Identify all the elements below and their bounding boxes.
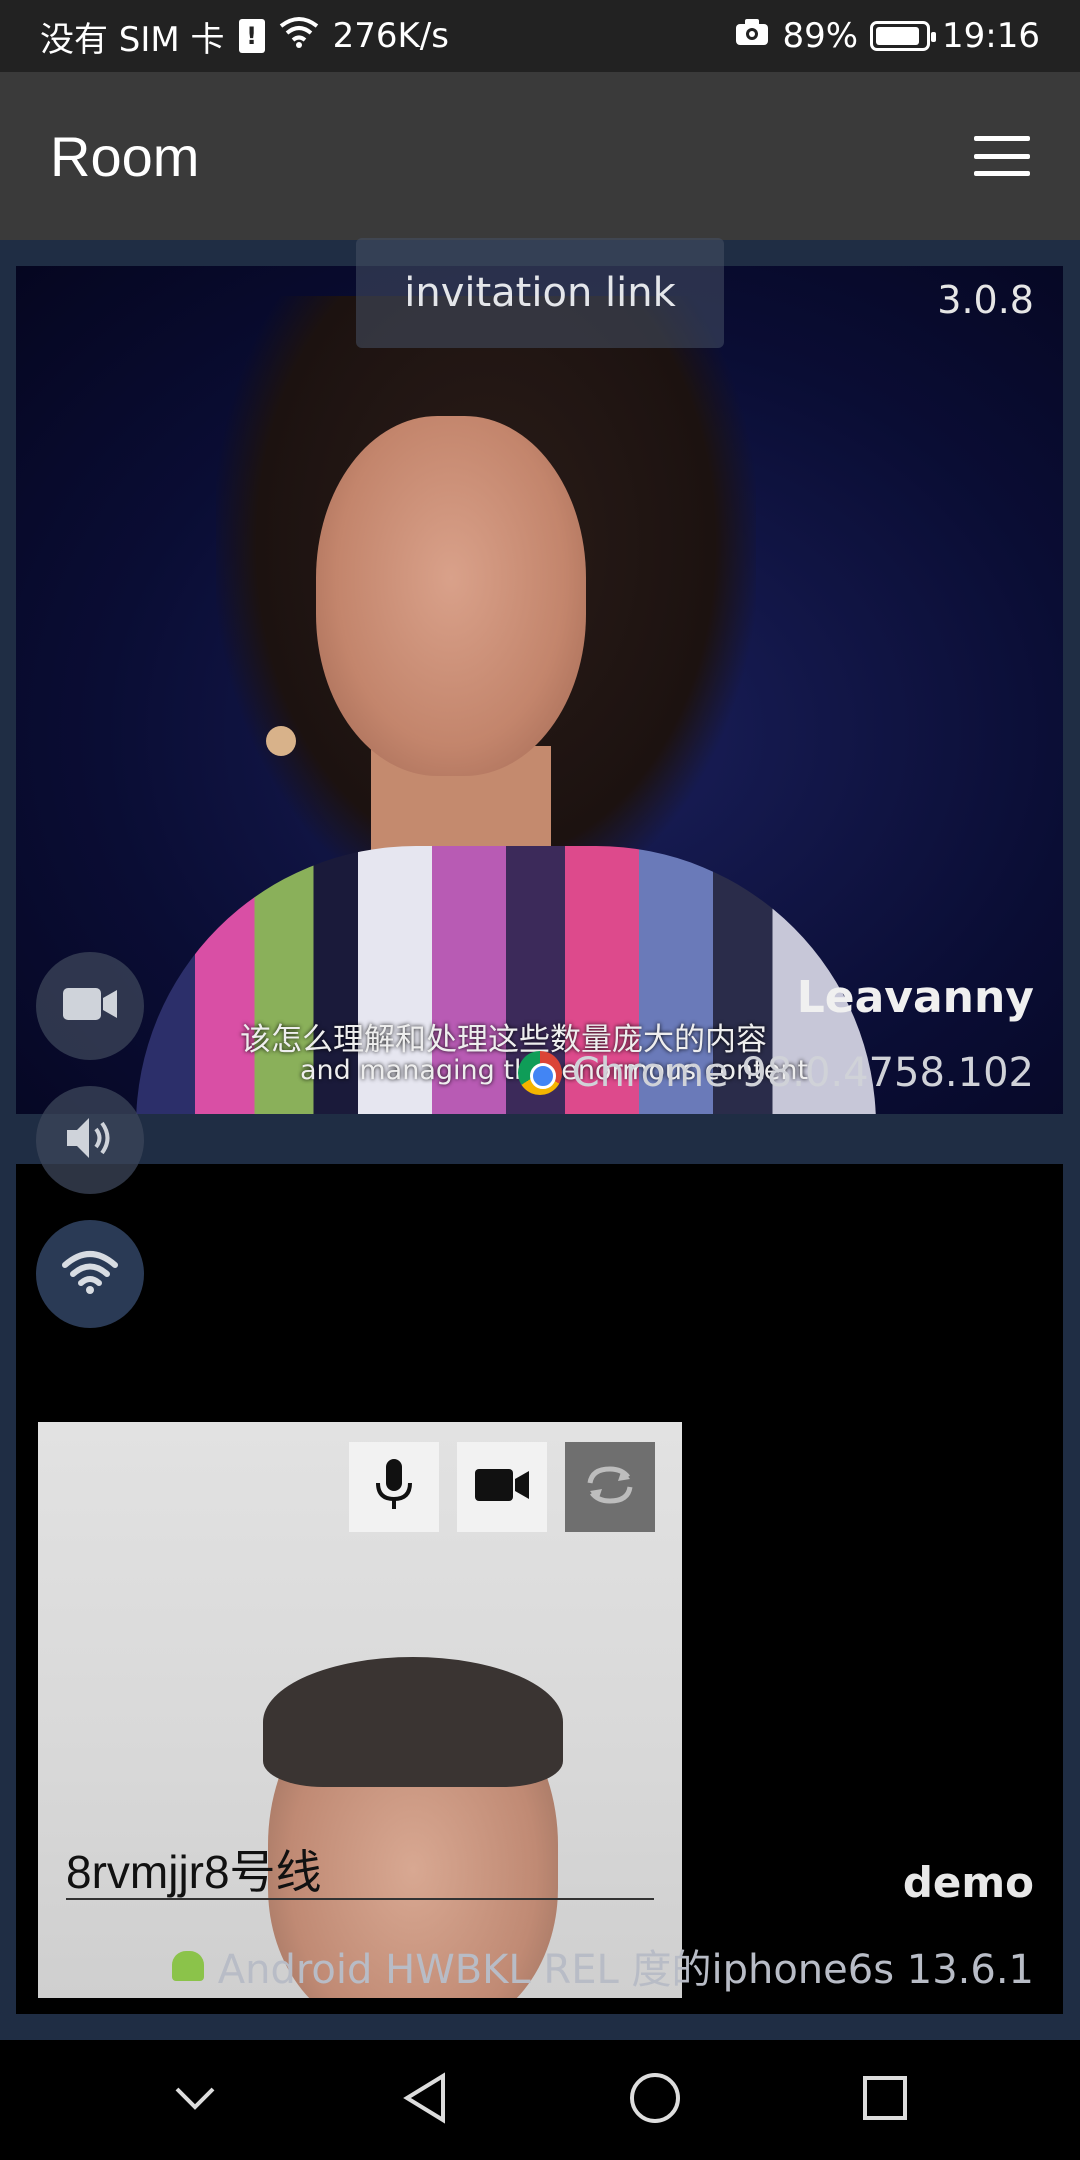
device-text: Android HWBKL REL 度的iphone6s 13.6.1 (217, 1947, 1034, 1993)
camera-icon (473, 1465, 531, 1509)
recents-icon (861, 2074, 909, 2126)
home-icon (628, 2071, 682, 2129)
camera-status-icon (734, 16, 770, 56)
wifi-status-icon (279, 16, 319, 57)
version-label: 3.0.8 (937, 278, 1034, 322)
local-person-hair (263, 1657, 563, 1787)
wifi-icon (62, 1249, 118, 1299)
carrier-text: 没有 SIM 卡 (40, 19, 225, 60)
local-user-name: demo (902, 1858, 1034, 1907)
home-button[interactable] (620, 2065, 690, 2135)
chrome-icon (517, 1051, 562, 1095)
menu-icon[interactable] (974, 136, 1030, 176)
recents-button[interactable] (850, 2065, 920, 2135)
network-status-button[interactable] (36, 1220, 144, 1328)
app-bar: Room (0, 72, 1080, 240)
battery-percent: 89% (782, 16, 859, 56)
system-nav-bar (0, 2040, 1080, 2160)
invitation-link-button[interactable]: invitation link (356, 238, 724, 348)
collapse-icon (173, 2085, 217, 2115)
toggle-camera-button[interactable] (457, 1442, 547, 1532)
remote-user-name: Leavanny (796, 972, 1034, 1023)
network-speed: 276K/s (332, 16, 449, 56)
toggle-speaker-button[interactable] (36, 1086, 144, 1194)
speaker-icon (63, 1114, 117, 1166)
toggle-remote-video-button[interactable] (36, 952, 144, 1060)
video-camera-icon (61, 984, 119, 1028)
back-icon (401, 2072, 449, 2128)
android-icon (171, 1951, 204, 1981)
microphone-icon (374, 1457, 414, 1517)
page-title: Room (50, 124, 200, 188)
switch-camera-button[interactable] (565, 1442, 655, 1532)
clock: 19:16 (942, 16, 1040, 56)
status-bar: 没有 SIM 卡 ! 276K/s 89% 19:16 (0, 0, 1080, 72)
toggle-microphone-button[interactable] (349, 1442, 439, 1532)
headset-mic (266, 726, 296, 756)
switch-camera-icon (582, 1461, 638, 1513)
remote-browser-info: Chrome 98.0.4758.102 (517, 1050, 1034, 1096)
battery-icon (870, 21, 937, 51)
collapse-button[interactable] (160, 2065, 230, 2135)
display-name-field[interactable]: 8rvmjjr8号线 (66, 1830, 654, 1900)
remote-person-face (316, 416, 586, 776)
local-device-info: Android HWBKL REL 度的iphone6s 13.6.1 (171, 1937, 1034, 1995)
sim-alert-icon: ! (238, 19, 265, 53)
back-button[interactable] (390, 2065, 460, 2135)
browser-version: Chrome 98.0.4758.102 (571, 1050, 1034, 1096)
